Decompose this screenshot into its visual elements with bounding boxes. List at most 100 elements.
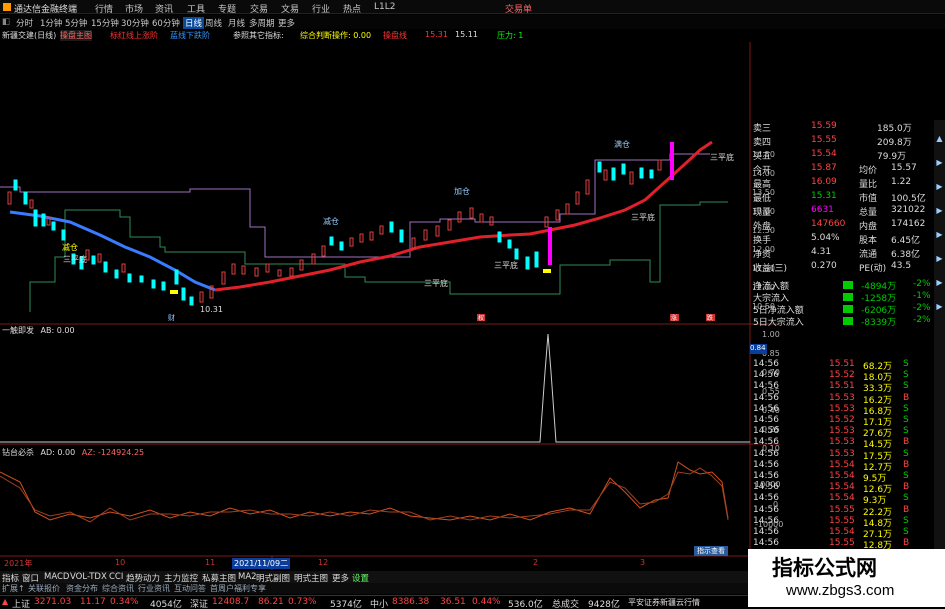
quote-label: 最低 — [753, 194, 772, 204]
trade-side: S — [903, 527, 909, 537]
scroll-icon[interactable]: ▲ — [934, 134, 945, 145]
panel3-title[interactable]: 钻台必杀 — [2, 448, 34, 457]
panel2-header: 一触即发 AB: 0.00 — [2, 325, 75, 336]
index-amount: 536.0亿 — [508, 600, 543, 609]
tab-cci[interactable]: CCI — [109, 572, 123, 582]
indicator-name[interactable]: 操盘主图 — [60, 30, 92, 41]
quote-label: 卖三 — [753, 124, 772, 134]
tab-qa[interactable]: 互动问答 — [174, 583, 206, 594]
trade-side: B — [903, 437, 910, 448]
quote-label: 市值 — [859, 194, 878, 204]
menu-item-trade-order[interactable]: 交易单 — [505, 2, 532, 15]
tab-macd[interactable]: MACD — [44, 572, 69, 582]
trade-side: S — [903, 403, 909, 414]
index-name[interactable]: 中小 — [370, 597, 388, 609]
trade-time: 14:56 — [753, 493, 779, 504]
quote-value: 15.87 — [811, 163, 837, 173]
flow-pct: -2% — [913, 303, 931, 313]
scroll-icon[interactable]: ▶ — [934, 278, 945, 289]
annotation-label: 加仓 — [454, 186, 470, 196]
scroll-icon[interactable]: ▶ — [934, 302, 945, 313]
event-marker[interactable]: 权 — [478, 314, 484, 322]
menu-item-wenyi[interactable]: 文易 — [281, 2, 299, 15]
scroll-icon[interactable]: ▶ — [934, 206, 945, 217]
info-pressure: 压力: 1 — [497, 31, 524, 40]
menu-item-hot[interactable]: 热点 — [343, 2, 361, 15]
trade-time: 14:56 — [753, 538, 779, 549]
quote-value: 6631 — [811, 205, 834, 215]
extension-tabs: 扩展↑ 关联报价 资金分布 综合资讯 行业资讯 互动问答 首周户福利专享 — [0, 583, 760, 594]
annotation-label: 三平底 — [710, 152, 734, 162]
menu-item-market[interactable]: 行情 — [95, 2, 113, 15]
menu-item-industry[interactable]: 行业 — [312, 2, 330, 15]
menu-item-news[interactable]: 资讯 — [155, 2, 173, 15]
period-more[interactable]: 更多 — [278, 17, 295, 29]
period-30min[interactable]: 30分钟 — [121, 17, 149, 29]
quote-value: 15.57 — [891, 163, 917, 173]
scroll-icon[interactable]: ▶ — [934, 254, 945, 265]
menu-item-l1l2[interactable]: L1L2 — [374, 2, 395, 12]
scroll-icon[interactable]: ▶ — [934, 158, 945, 169]
trade-price: 15.53 — [829, 392, 855, 403]
annotation-label: 三平底 — [494, 260, 518, 270]
kline-chart[interactable]: 10.31 减仓 三平底 减仓 三平底 三平底 加仓 满仓 三平底 三平底 财 … — [0, 42, 780, 570]
index-value: 12408.7 — [212, 597, 250, 607]
menu-item-topics[interactable]: 专题 — [218, 2, 236, 15]
index-value: 8386.38 — [392, 597, 430, 607]
menu-item-markets[interactable]: 市场 — [125, 2, 143, 15]
trade-time: 14:56 — [753, 437, 779, 448]
period-weekly[interactable]: 周线 — [205, 17, 222, 29]
trade-time: 14:56 — [753, 392, 779, 403]
tab-related[interactable]: 关联报价 — [28, 583, 60, 594]
quote-value: 15.55 — [811, 135, 837, 145]
tab-industry-news[interactable]: 行业资讯 — [138, 583, 170, 594]
quote-value: 15.59 — [811, 121, 837, 131]
trade-price: 15.54 — [829, 493, 855, 504]
scroll-icon[interactable]: ▶ — [934, 230, 945, 241]
annotation-label: 满仓 — [614, 139, 630, 149]
trade-side: B — [903, 538, 910, 549]
info-value-2: 15.11 — [455, 30, 478, 39]
tab-news[interactable]: 综合资讯 — [102, 583, 134, 594]
menu-item-tools[interactable]: 工具 — [187, 2, 205, 15]
annotation-label: 减仓 — [323, 216, 339, 226]
toolbar-icon[interactable]: ◧ — [2, 17, 10, 27]
period-multi[interactable]: 多周期 — [249, 17, 275, 29]
info-value-1: 15.31 — [425, 30, 448, 39]
menu-item-trade[interactable]: 交易 — [250, 2, 268, 15]
period-60min[interactable]: 60分钟 — [152, 17, 180, 29]
period-fenshi[interactable]: 分时 — [16, 17, 33, 29]
popup-tip[interactable]: 指示查看 — [694, 546, 728, 556]
index-name[interactable]: 上证 — [12, 597, 30, 609]
right-scrollbar[interactable]: ▲ ▶ ▶ ▶ ▶ ▶ ▶ ▶ — [934, 120, 945, 550]
quote-label: 流通 — [859, 250, 878, 260]
quote-label: 内盘 — [859, 222, 878, 232]
broker-name[interactable]: 平安证券新疆云行情 — [628, 597, 700, 608]
period-daily[interactable]: 日线 — [183, 17, 205, 29]
tab-funds[interactable]: 资金分布 — [66, 583, 98, 594]
event-marker[interactable]: 涨 — [671, 314, 677, 322]
trade-price: 15.53 — [829, 403, 855, 414]
period-1min[interactable]: 1分钟 — [40, 17, 62, 29]
window-title: 通达信金融终端 — [14, 5, 78, 15]
event-marker[interactable]: 跌 — [707, 314, 713, 322]
index-name[interactable]: 深证 — [190, 597, 208, 609]
period-15min[interactable]: 15分钟 — [91, 17, 119, 29]
tab-vol[interactable]: VOL-TDX — [70, 572, 107, 582]
tab-expand[interactable]: 扩展↑ — [2, 583, 25, 594]
panel2-title[interactable]: 一触即发 — [2, 326, 34, 335]
event-marker[interactable]: 财 — [168, 313, 175, 322]
period-5min[interactable]: 5分钟 — [65, 17, 87, 29]
period-monthly[interactable]: 月线 — [228, 17, 245, 29]
info-red-line: 标红线上涨阶 — [110, 31, 158, 40]
index-change: 86.21 — [258, 597, 284, 607]
trade-time: 14:56 — [753, 527, 779, 537]
scroll-icon[interactable]: ▶ — [934, 182, 945, 193]
tab-ma2[interactable]: MA2 — [238, 572, 257, 582]
quote-row: 最低 15.31 市值 100.5亿 — [751, 190, 936, 204]
quote-row: 换手 5.04% 股本 6.45亿 — [751, 232, 936, 246]
indicator-info-bar: 新疆交建(日线) 操盘主图 标红线上涨阶 蓝线下跌阶 参照其它指标: 综合判断操… — [0, 30, 945, 42]
tab-welfare[interactable]: 首周户福利专享 — [210, 583, 266, 594]
flow-pct: -1% — [913, 291, 931, 301]
quote-label: 股本 — [859, 236, 878, 246]
